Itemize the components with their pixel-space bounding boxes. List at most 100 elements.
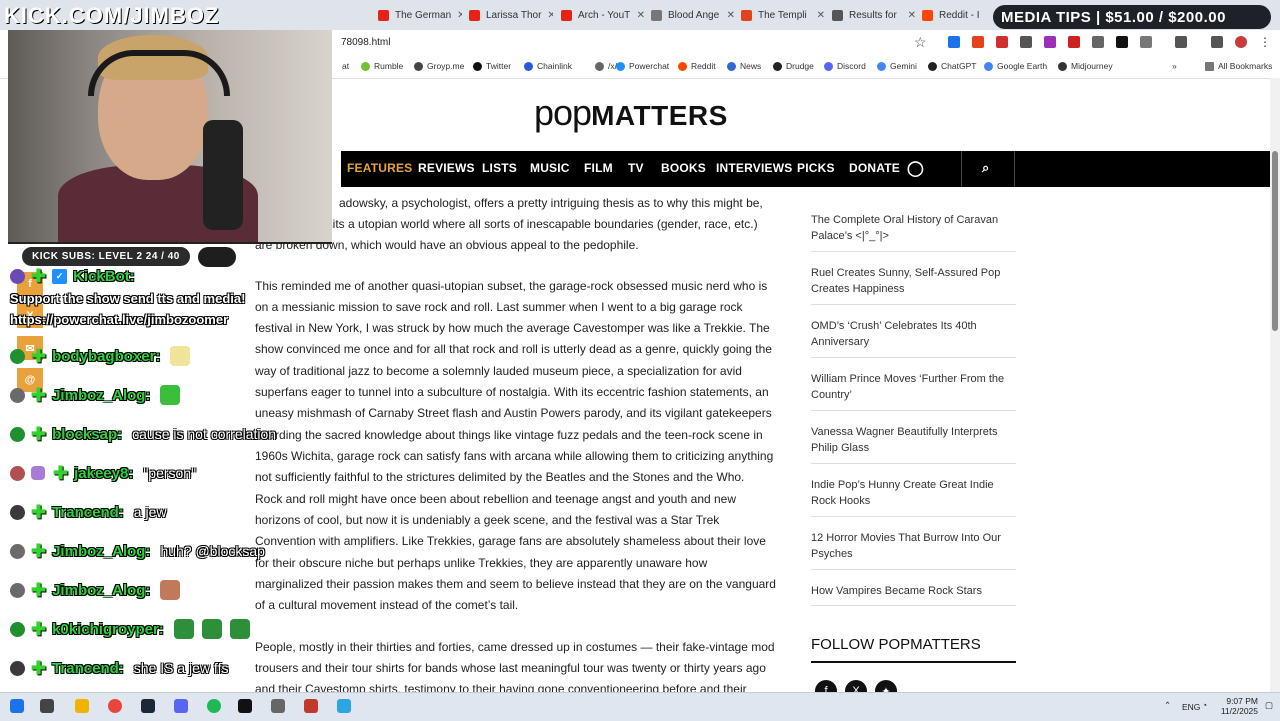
sidebar-link[interactable]: OMD’s ‘Crush’ Celebrates Its 40th Annive…: [811, 318, 1016, 350]
nav-books[interactable]: BOOKS: [661, 161, 706, 175]
chat-username[interactable]: Jimboz_Alog:: [52, 582, 150, 599]
tab-close-icon[interactable]: ✕: [451, 10, 462, 21]
language-indicator[interactable]: ENG: [1182, 702, 1200, 712]
bookmark-item[interactable]: News: [727, 61, 761, 71]
nav-picks[interactable]: PICKS: [797, 161, 835, 175]
sidebar-link[interactable]: Ruel Creates Sunny, Self-Assured Pop Cre…: [811, 265, 1016, 297]
chrome-icon[interactable]: [108, 699, 122, 713]
sidebar-link[interactable]: 12 Horror Movies That Burrow Into Our Ps…: [811, 530, 1016, 562]
url-text[interactable]: 78098.html: [341, 37, 390, 48]
nav-tv[interactable]: TV: [628, 161, 644, 175]
tray-chevron-icon[interactable]: ⌃: [1164, 700, 1171, 711]
puzzle-icon[interactable]: [1140, 36, 1152, 48]
download-icon[interactable]: [1211, 36, 1223, 48]
bookmark-item[interactable]: Midjourney: [1058, 61, 1113, 71]
chat-emote: [173, 619, 194, 639]
x-extension-icon[interactable]: [1116, 36, 1128, 48]
chat-text: "person": [143, 465, 197, 481]
file-explorer-icon[interactable]: [75, 699, 89, 713]
extension-icon[interactable]: [1092, 36, 1104, 48]
chat-username[interactable]: k0kichigroyper:: [52, 621, 164, 638]
bookmark-icon: [595, 61, 604, 71]
bookmark-item[interactable]: Chainlink: [524, 61, 572, 71]
extension-icon[interactable]: [1020, 36, 1032, 48]
terminal-icon[interactable]: [238, 699, 252, 713]
sidebar-link[interactable]: The Complete Oral History of Caravan Pal…: [811, 212, 1016, 244]
article-line: This reminded me of another quasi-utopia…: [255, 279, 768, 293]
bookmark-item[interactable]: at: [342, 61, 349, 71]
all-bookmarks[interactable]: All Bookmarks: [1205, 61, 1272, 71]
task-view-icon[interactable]: [40, 699, 54, 713]
chat-username[interactable]: jakeey8:: [74, 465, 133, 482]
tab-close-icon[interactable]: ✕: [631, 10, 645, 21]
network-icon[interactable]: ◔: [1202, 700, 1207, 710]
tab-close-icon[interactable]: ✕: [902, 10, 916, 21]
profile-avatar[interactable]: [1235, 36, 1247, 48]
extension-icon[interactable]: [996, 36, 1008, 48]
browser-tab[interactable]: Arch - YouT ✕: [561, 5, 645, 25]
bookmark-item[interactable]: Twitter: [473, 61, 511, 71]
browser-tab[interactable]: Blood Ange ✕: [651, 5, 735, 25]
bookmark-item[interactable]: Groyp.me: [414, 61, 464, 71]
tab-close-icon[interactable]: ✕: [811, 10, 825, 21]
nav-film[interactable]: FILM: [584, 161, 613, 175]
chat-username[interactable]: Jimboz_Alog:: [52, 387, 150, 404]
browser-tab[interactable]: The Templi ✕: [741, 5, 825, 25]
nav-donate[interactable]: DONATE: [849, 161, 900, 175]
bookmark-item[interactable]: Reddit: [678, 61, 716, 71]
chat-username[interactable]: KickBot:: [73, 268, 135, 285]
tab-close-icon[interactable]: ✕: [721, 10, 735, 21]
bookmarks-overflow-icon[interactable]: »: [1172, 61, 1177, 71]
chat-username[interactable]: blocksap:: [52, 426, 122, 443]
chat-username[interactable]: Jimboz_Alog:: [52, 543, 150, 560]
sidepanel-icon[interactable]: [1175, 36, 1187, 48]
bookmark-item[interactable]: Discord: [824, 61, 866, 71]
bookmark-item[interactable]: Rumble: [361, 61, 403, 71]
chat-username[interactable]: bodybagboxer:: [52, 348, 160, 365]
bookmark-item[interactable]: Google Earth: [984, 61, 1047, 71]
scrollbar-thumb[interactable]: [1272, 151, 1278, 331]
app-icon[interactable]: [271, 699, 285, 713]
clock[interactable]: 9:07 PM 11/2/2025: [1218, 696, 1258, 716]
browser-tab[interactable]: Larissa Thor ✕: [469, 5, 553, 25]
bookmark-item[interactable]: Drudge: [773, 61, 814, 71]
sidebar-link[interactable]: William Prince Moves ‘Further From the C…: [811, 371, 1016, 403]
search-icon[interactable]: ⌕: [982, 160, 989, 176]
account-icon[interactable]: ◯: [907, 159, 924, 177]
nav-reviews[interactable]: REVIEWS: [418, 161, 475, 175]
chat-username[interactable]: Trancend:: [52, 660, 124, 677]
bookmark-item[interactable]: Powerchat: [616, 61, 669, 71]
bookmark-item[interactable]: Gemini: [877, 61, 917, 71]
nav-lists[interactable]: LISTS: [482, 161, 517, 175]
browser-tab[interactable]: The German ✕: [378, 5, 462, 25]
chat-badge-icon: [10, 582, 25, 598]
steam-icon[interactable]: [141, 699, 155, 713]
discord-icon[interactable]: [174, 699, 188, 713]
windows-start-icon[interactable]: [10, 699, 24, 713]
chat-username[interactable]: Trancend:: [52, 504, 124, 521]
browser-tab[interactable]: Results for ✕: [832, 5, 916, 25]
bookmark-item[interactable]: ChatGPT: [928, 61, 976, 71]
notification-icon[interactable]: ▢: [1265, 700, 1273, 711]
menu-dots-icon[interactable]: ⋮: [1259, 36, 1271, 48]
bookmark-star-icon[interactable]: ☆: [914, 34, 927, 51]
sidebar-link[interactable]: Indie Pop’s Hunny Create Great Indie Roc…: [811, 477, 1016, 509]
sidebar-link[interactable]: Vanessa Wagner Beautifully Interprets Ph…: [811, 424, 1016, 456]
chat-message: ✚ Jimboz_Alog:: [10, 579, 188, 601]
nav-features[interactable]: FEATURES: [347, 161, 412, 175]
spotify-icon[interactable]: [207, 699, 221, 713]
nav-music[interactable]: MUSIC: [530, 161, 570, 175]
sidebar-link[interactable]: How Vampires Became Rock Stars: [811, 583, 1016, 599]
tab-close-icon[interactable]: ✕: [541, 10, 553, 21]
site-logo[interactable]: popMATTERS: [534, 92, 728, 134]
nav-interviews[interactable]: INTERVIEWS: [716, 161, 792, 175]
bookmark-item[interactable]: /x/: [595, 61, 617, 71]
extension-icon[interactable]: [1068, 36, 1080, 48]
kickbot-message-link[interactable]: https://powerchat.live/jimbozoomer: [10, 312, 228, 327]
telegram-icon[interactable]: [337, 699, 351, 713]
extension-icon[interactable]: [972, 36, 984, 48]
bookmark-label: Powerchat: [629, 61, 670, 71]
app-icon[interactable]: [304, 699, 318, 713]
extension-icon[interactable]: [1044, 36, 1056, 48]
extension-icon[interactable]: [948, 36, 960, 48]
